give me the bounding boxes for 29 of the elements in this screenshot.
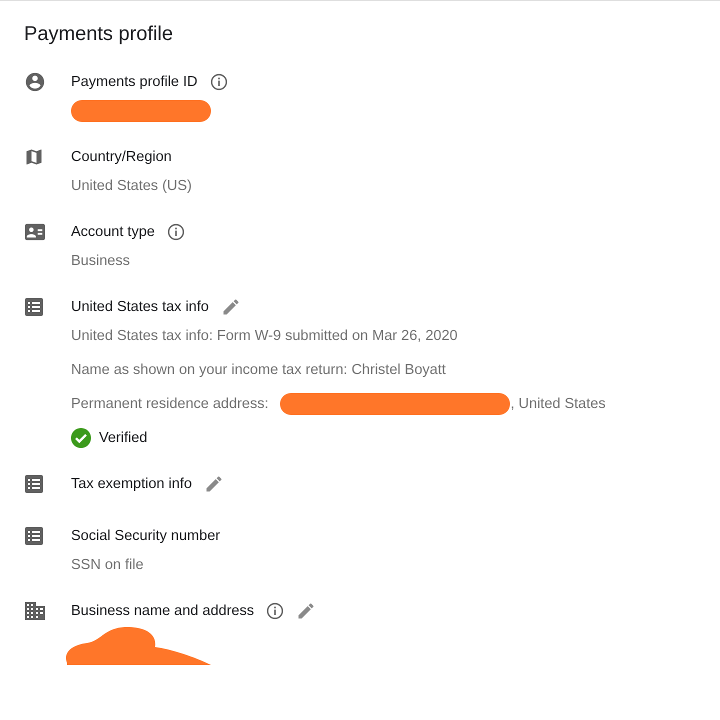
info-icon[interactable] (166, 223, 185, 241)
edit-icon[interactable] (220, 297, 241, 317)
field-value: , United States (510, 396, 606, 412)
section-title: Payments profile ID (71, 74, 198, 90)
field-value: SSN on file (71, 557, 144, 573)
section-title: Country/Region (71, 149, 172, 165)
list-icon (24, 297, 44, 317)
field-value: United States (US) (71, 178, 192, 194)
info-icon[interactable] (210, 73, 228, 91)
building-icon (24, 601, 46, 621)
list-icon (24, 474, 44, 494)
verified-label: Verified (99, 430, 148, 446)
field-value: United States tax info: Form W-9 submitted on Mar 26, 2020 (71, 328, 458, 344)
edit-icon[interactable] (296, 601, 316, 621)
field-value: Name as shown on your income tax return: Christel Boyatt (71, 362, 446, 378)
check-circle-icon (71, 428, 91, 448)
section-title: Business name and address (71, 603, 254, 619)
section-title: Social Security number (71, 528, 220, 544)
section-title: United States tax info (71, 299, 209, 315)
map-icon (24, 147, 44, 167)
info-icon[interactable] (266, 602, 284, 620)
contact-card-icon (24, 222, 46, 242)
edit-icon[interactable] (204, 474, 224, 494)
section-title: Account type (71, 224, 155, 240)
section-title: Tax exemption info (71, 476, 192, 492)
field-label: Permanent residence address: (71, 396, 268, 412)
list-icon (24, 526, 44, 546)
field-value: Business (71, 253, 130, 269)
page-title: Payments profile (24, 23, 174, 46)
